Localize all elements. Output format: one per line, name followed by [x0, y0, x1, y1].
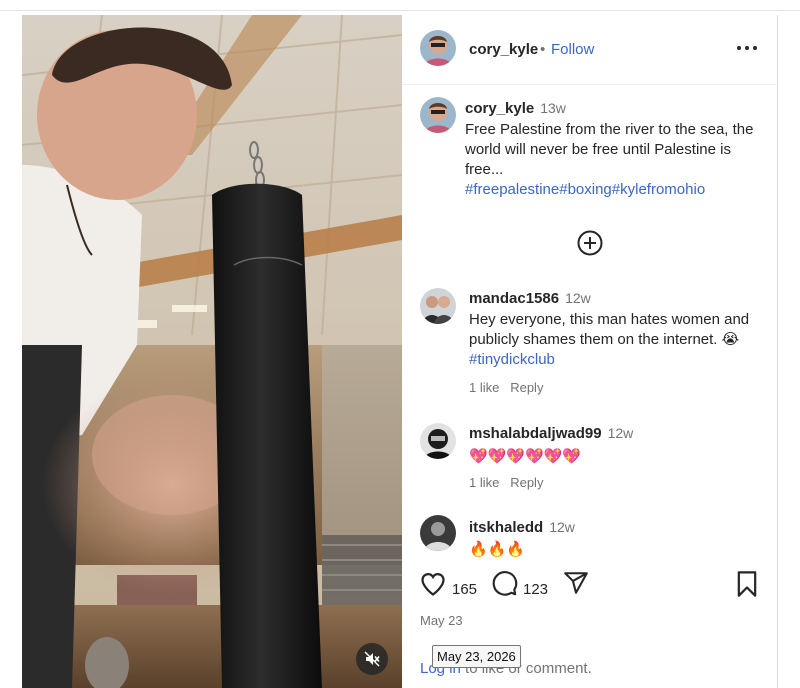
post-header: cory_kyle • Follow [402, 15, 778, 85]
date-tooltip: May 23, 2026 [432, 645, 521, 668]
caption-username[interactable]: cory_kyle [465, 100, 534, 117]
hashtag-link[interactable]: #freepalestine [465, 181, 559, 198]
caption-hashtags: #freepalestine#boxing#kylefromohio [465, 180, 705, 200]
heart-icon[interactable] [419, 570, 447, 598]
caption-text: Free Palestine from the river to the sea… [465, 121, 754, 178]
top-divider [0, 10, 800, 11]
hashtag-link[interactable]: #boxing [559, 181, 612, 198]
comment-count[interactable]: 123 [523, 581, 548, 598]
separator-dot: • [540, 41, 546, 58]
author-username[interactable]: cory_kyle [469, 41, 538, 58]
comment-timestamp[interactable]: 12w [608, 425, 634, 441]
bookmark-icon[interactable] [735, 570, 759, 598]
comment-text: 💖💖💖💖💖💖 [469, 447, 582, 465]
comment-text: 🔥🔥🔥 [469, 540, 526, 558]
mute-button[interactable] [356, 643, 388, 675]
comment-like-count[interactable]: 1 like [469, 380, 499, 395]
comment-header: itskhaledd 12w [469, 519, 575, 537]
comment-body: Hey everyone, this man hates women and p… [469, 311, 750, 348]
comment-username[interactable]: itskhaledd [469, 519, 543, 536]
add-circle-icon[interactable] [577, 230, 603, 256]
comment-meta: 1 like Reply [469, 380, 543, 395]
action-bar: 165 123 [402, 570, 778, 610]
reply-button[interactable]: Reply [510, 380, 543, 395]
comment-timestamp[interactable]: 12w [549, 519, 575, 535]
comment-header: mandac1586 12w [469, 290, 591, 308]
caption-timestamp[interactable]: 13w [540, 100, 566, 116]
commenter-avatar[interactable] [420, 288, 456, 324]
reply-button[interactable]: Reply [510, 475, 543, 490]
comment-bubble-icon[interactable] [491, 570, 518, 597]
commenter-avatar[interactable] [420, 423, 456, 459]
send-icon[interactable] [563, 570, 589, 596]
comment-timestamp[interactable]: 12w [565, 290, 591, 306]
comment-meta: 1 like Reply [469, 475, 543, 490]
like-count[interactable]: 165 [452, 581, 477, 598]
speaker-muted-icon [364, 651, 380, 667]
hashtag-link[interactable]: #kylefromohio [612, 181, 705, 198]
comment-text: Hey everyone, this man hates women and p… [469, 310, 764, 370]
commenter-avatar[interactable] [420, 515, 456, 551]
comment-header: mshalabdaljwad99 12w [469, 425, 633, 443]
comment-username[interactable]: mandac1586 [469, 290, 559, 307]
comment-username[interactable]: mshalabdaljwad99 [469, 425, 602, 442]
caption-header: cory_kyle 13w [465, 100, 566, 118]
more-options-icon[interactable] [736, 37, 758, 57]
hashtag-link[interactable]: #tinydickclub [469, 351, 555, 368]
follow-button[interactable]: Follow [551, 41, 594, 58]
post-date[interactable]: May 23 [420, 613, 463, 628]
post-video[interactable] [22, 15, 402, 688]
post-details-panel: cory_kyle • Follow cory_kyle 13w Free Pal… [402, 15, 778, 688]
caption-author-avatar[interactable] [420, 97, 456, 133]
video-frame [22, 15, 402, 688]
author-avatar[interactable] [420, 30, 456, 66]
comment-like-count[interactable]: 1 like [469, 475, 499, 490]
